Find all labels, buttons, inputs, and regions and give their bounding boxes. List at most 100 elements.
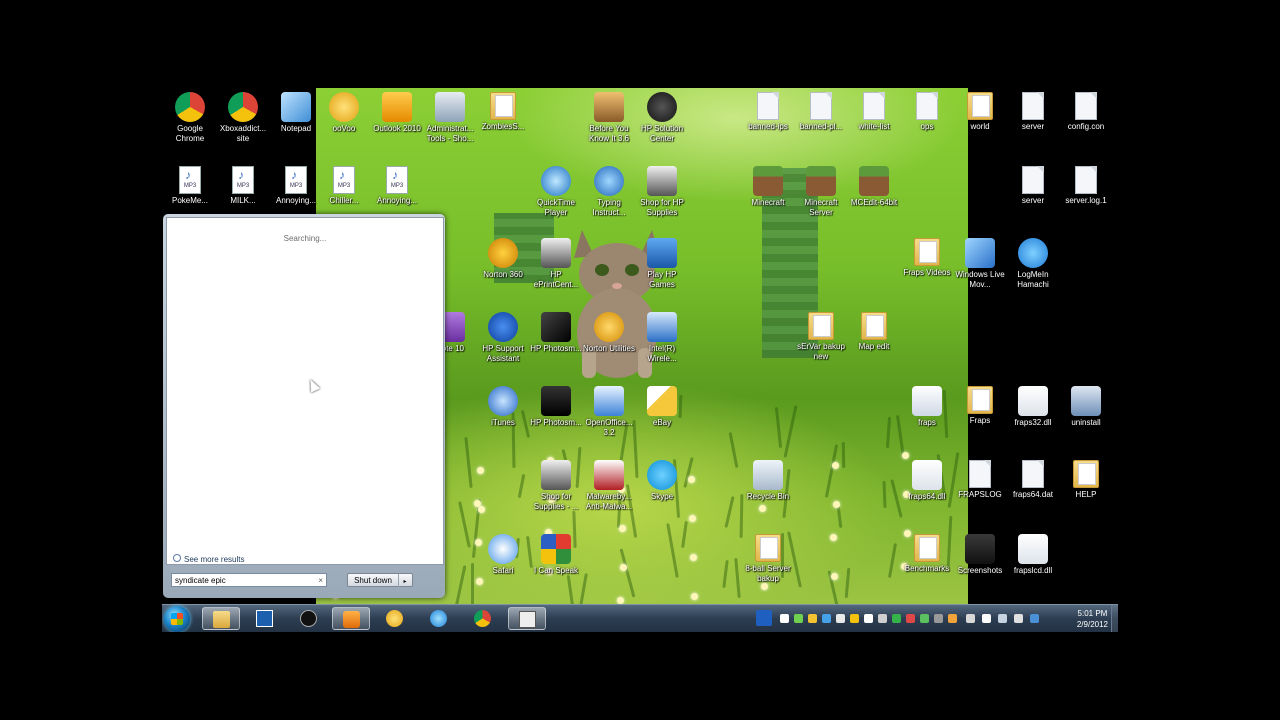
desktop-icon-label: HP Solution Center — [640, 124, 684, 143]
desktop-icon[interactable]: ♪ MP3 PokeMe... — [162, 166, 218, 206]
tray-network-app-icon[interactable] — [822, 614, 831, 623]
desktop-icon[interactable]: server.log.1 — [1058, 166, 1114, 206]
desktop-icon[interactable]: Map edit — [846, 312, 902, 352]
desktop-icon[interactable]: MCEdit-64bit — [846, 166, 902, 208]
flag-icon[interactable] — [982, 614, 991, 623]
desktop-icon[interactable]: eBay — [634, 386, 690, 428]
tray-app-icon[interactable] — [920, 614, 929, 623]
help-icon[interactable] — [756, 610, 772, 626]
tray-oovoo-icon[interactable] — [850, 614, 859, 623]
desktop-icon[interactable]: fraps64.dll — [899, 460, 955, 502]
tray-norton-icon[interactable] — [808, 614, 817, 623]
taskbar-oovoo-button[interactable] — [376, 607, 414, 630]
desktop-icon[interactable]: server — [1005, 166, 1061, 206]
taskbar-explorer-button[interactable] — [202, 607, 240, 630]
desktop-icon[interactable]: ooVoo — [316, 92, 372, 134]
desktop-icon[interactable]: banned-pl... — [793, 92, 849, 132]
desktop-icon[interactable]: Skype — [634, 460, 690, 502]
tray-app-icon[interactable] — [864, 614, 873, 623]
desktop-icon[interactable]: world — [952, 92, 1008, 132]
desktop-icon[interactable]: Screenshots — [952, 534, 1008, 576]
tray-app-icon[interactable] — [892, 614, 901, 623]
desktop-icon[interactable]: uninstall — [1058, 386, 1114, 428]
desktop-icon[interactable]: ♪ MP3 Annoying... — [369, 166, 425, 206]
desktop-icon[interactable]: QuickTime Player — [528, 166, 584, 218]
desktop-icon[interactable]: ops — [899, 92, 955, 132]
desktop-icon[interactable]: Recycle Bin — [740, 460, 796, 502]
taskbar-internet-explorer-button[interactable] — [420, 607, 458, 630]
desktop-icon[interactable]: Intel(R) Wirele... — [634, 312, 690, 364]
tray-app-icon[interactable] — [906, 614, 915, 623]
desktop-icon[interactable]: Minecraft — [740, 166, 796, 208]
start-search-input[interactable]: syndicate epic × — [171, 573, 327, 587]
show-desktop-button[interactable] — [1111, 605, 1118, 632]
desktop-icon-label: OpenOffice... 3.2 — [585, 418, 633, 437]
desktop-icon[interactable]: banned-ips — [740, 92, 796, 132]
desktop-icon[interactable]: OpenOffice... 3.2 — [581, 386, 637, 438]
desktop-icon[interactable]: Fraps Videos — [899, 238, 955, 278]
desktop-icon[interactable]: fraps32.dll — [1005, 386, 1061, 428]
tray-app-icon[interactable] — [794, 614, 803, 623]
taskbar-task-manager-button[interactable] — [246, 607, 284, 630]
taskbar-chrome-button[interactable] — [464, 607, 502, 630]
desktop-icon[interactable]: ♪ MP3 MILK... — [215, 166, 271, 206]
desktop-icon[interactable]: Windows Live Mov... — [952, 238, 1008, 290]
tray-app-icon[interactable] — [878, 614, 887, 623]
clear-search-button[interactable]: × — [318, 574, 323, 588]
desktop-icon[interactable]: Shop for Supplies - ... — [528, 460, 584, 512]
taskbar-hp-button[interactable] — [290, 607, 328, 630]
desktop-icon[interactable]: ♪ MP3 Chiller... — [316, 166, 372, 206]
desktop-icon[interactable]: config.con — [1058, 92, 1114, 132]
taskbar-app-button[interactable] — [508, 607, 546, 630]
taskbar-media-player-button[interactable] — [332, 607, 370, 630]
system-clock[interactable]: 5:01 PM 2/9/2012 — [1077, 608, 1108, 630]
network-icon[interactable] — [998, 614, 1007, 623]
desktop-icon[interactable]: server — [1005, 92, 1061, 132]
desktop-icon[interactable]: HP Photosm... — [528, 386, 584, 428]
desktop-icon[interactable]: white-list — [846, 92, 902, 132]
desktop-icon[interactable]: Shop for HP Supplies — [634, 166, 690, 218]
desktop-icon[interactable]: iTunes — [475, 386, 531, 428]
show-hidden-icons-icon[interactable] — [780, 614, 789, 623]
desktop-icon[interactable]: Malwareby... Anti-Malwa... — [581, 460, 637, 512]
desktop-icon[interactable]: Play HP Games — [634, 238, 690, 290]
shutdown-options-arrow-icon[interactable]: ▸ — [399, 576, 411, 589]
grass-blade — [824, 444, 839, 498]
grass-blade — [728, 432, 739, 468]
desktop-icon[interactable]: Administrat... Tools - Sho... — [422, 92, 478, 144]
start-button[interactable] — [164, 606, 190, 632]
desktop-icon[interactable]: Norton 360 — [475, 238, 531, 280]
see-more-results-link[interactable]: See more results — [173, 554, 244, 564]
desktop-icon[interactable]: fraps — [899, 386, 955, 428]
desktop-icon[interactable]: Outlook 2010 — [369, 92, 425, 134]
desktop-icon[interactable]: Safari — [475, 534, 531, 576]
desktop-icon[interactable]: Typing Instruct... — [581, 166, 637, 218]
desktop-icon[interactable]: HP Solution Center — [634, 92, 690, 144]
desktop-icon[interactable]: FRAPSLOG — [952, 460, 1008, 500]
desktop-icon[interactable]: Benchmarks — [899, 534, 955, 574]
tray-app-icon[interactable] — [948, 614, 957, 623]
tray-app-icon[interactable] — [836, 614, 845, 623]
shutdown-button[interactable]: Shut down ▸ — [347, 573, 413, 587]
desktop-icon[interactable]: fraps64.dat — [1005, 460, 1061, 500]
volume-icon[interactable] — [1014, 614, 1023, 623]
desktop-icon[interactable]: LogMeIn Hamachi — [1005, 238, 1061, 290]
desktop-icon[interactable]: sErVar bakup new — [793, 312, 849, 362]
desktop-icon[interactable]: Google Chrome — [162, 92, 218, 144]
desktop-icon[interactable]: HELP — [1058, 460, 1114, 500]
desktop-icon[interactable]: Before You Know It 3.6 — [581, 92, 637, 144]
desktop-icon[interactable]: frapslcd.dll — [1005, 534, 1061, 576]
desktop-icon[interactable]: 8-ball Server bakup — [740, 534, 796, 584]
desktop-icon[interactable]: HP Support Assistant — [475, 312, 531, 364]
tray-app-icon[interactable] — [1030, 614, 1039, 623]
desktop-icon[interactable]: Norton Utilities — [581, 312, 637, 354]
desktop-icon[interactable]: I Can Speak — [528, 534, 584, 576]
tray-app-icon[interactable] — [966, 614, 975, 623]
desktop-icon[interactable]: ZombiesS... — [475, 92, 531, 132]
desktop-icon[interactable]: HP Photosm... — [528, 312, 584, 354]
desktop-icon[interactable]: Fraps — [952, 386, 1008, 426]
tray-app-icon[interactable] — [934, 614, 943, 623]
desktop-icon[interactable]: Xboxaddict... site — [215, 92, 271, 144]
desktop-icon[interactable]: Minecraft Server — [793, 166, 849, 218]
desktop-icon[interactable]: HP ePrintCent... — [528, 238, 584, 290]
